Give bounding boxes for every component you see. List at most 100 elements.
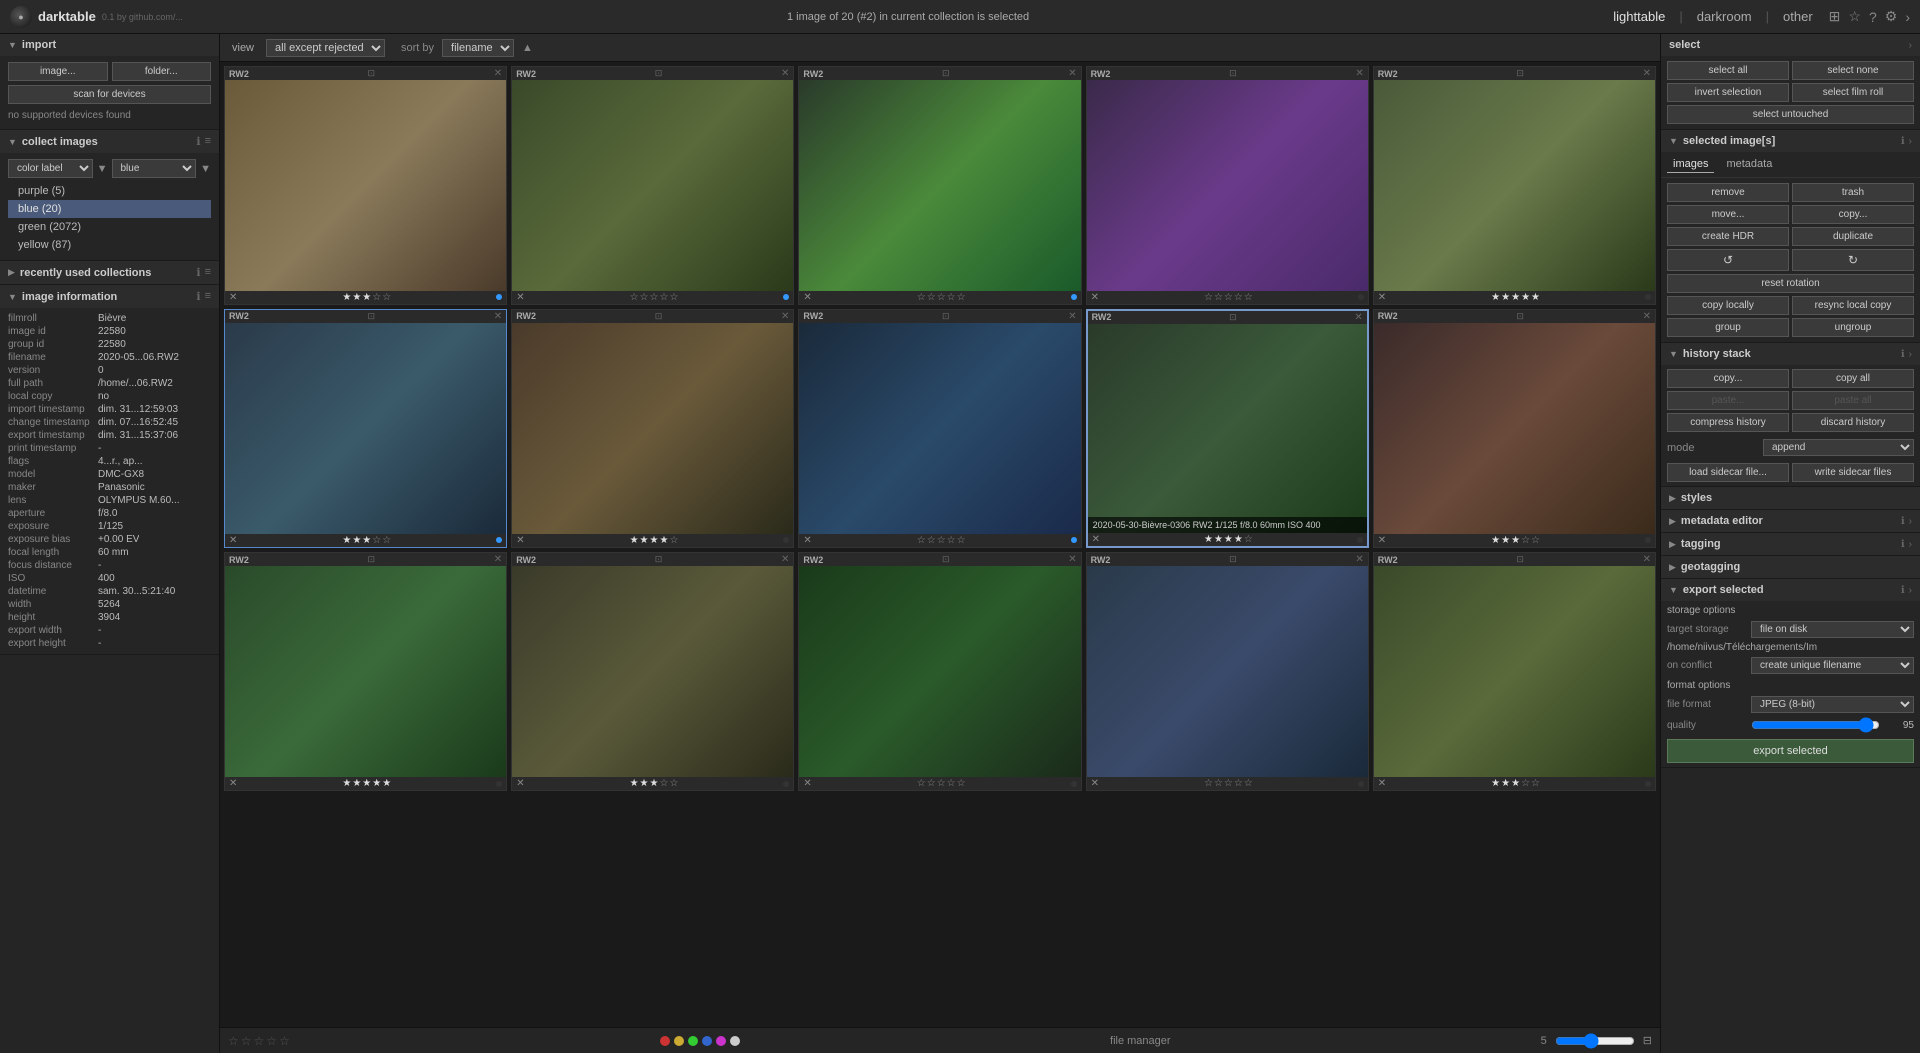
star-4-3[interactable]: ☆: [1234, 292, 1243, 303]
star-10-2[interactable]: ★: [1511, 535, 1520, 546]
color-item-purple[interactable]: purple (5): [8, 182, 211, 200]
star-9-3[interactable]: ★: [1234, 534, 1243, 545]
photo-close-icon-10[interactable]: ✕: [1643, 311, 1651, 322]
photo-close-icon-1[interactable]: ✕: [494, 68, 502, 79]
recently-used-menu-icon[interactable]: ≡: [205, 266, 211, 279]
tagging-header[interactable]: ▶ tagging ℹ ›: [1661, 533, 1920, 555]
star-12-3[interactable]: ☆: [659, 778, 668, 789]
grid-icon[interactable]: ⊞: [1829, 8, 1841, 25]
star-1-4[interactable]: ☆: [382, 292, 391, 303]
photo-reject-icon-3[interactable]: ✕: [803, 292, 811, 303]
star-1-2[interactable]: ★: [362, 292, 371, 303]
star-10-3[interactable]: ☆: [1521, 535, 1530, 546]
star-3-2[interactable]: ☆: [937, 292, 946, 303]
star-11-2[interactable]: ★: [362, 778, 371, 789]
green-filter-dot[interactable]: [688, 1036, 698, 1046]
trash-button[interactable]: trash: [1792, 183, 1914, 202]
star-7-1[interactable]: ★: [640, 535, 649, 546]
photo-close-icon-15[interactable]: ✕: [1643, 554, 1651, 565]
star-icon[interactable]: ☆: [1848, 8, 1861, 25]
copy-button[interactable]: copy...: [1792, 205, 1914, 224]
tab-images[interactable]: images: [1667, 156, 1714, 173]
star-1-1[interactable]: ★: [352, 292, 361, 303]
star-7-4[interactable]: ☆: [669, 535, 678, 546]
star-15-0[interactable]: ★: [1491, 778, 1500, 789]
photo-close-icon-9[interactable]: ✕: [1354, 312, 1362, 323]
duplicate-button[interactable]: duplicate: [1792, 227, 1914, 246]
photo-close-icon-13[interactable]: ✕: [1068, 554, 1076, 565]
photo-cell-10[interactable]: RW2⊡✕✕★★★☆☆: [1373, 309, 1656, 548]
geotagging-header[interactable]: ▶ geotagging: [1661, 556, 1920, 578]
rotate-left-icon[interactable]: ↺: [1667, 249, 1789, 271]
star-8-1[interactable]: ☆: [927, 535, 936, 546]
color-label-select[interactable]: color label: [8, 159, 93, 178]
target-storage-select[interactable]: file on disk: [1751, 621, 1914, 638]
on-conflict-select[interactable]: create unique filename: [1751, 657, 1914, 674]
quality-slider[interactable]: [1751, 717, 1880, 733]
copy-history-button[interactable]: copy...: [1667, 369, 1789, 388]
photo-cell-7[interactable]: RW2⊡✕✕★★★★☆: [511, 309, 794, 548]
chevron-right-icon[interactable]: ›: [1905, 9, 1910, 25]
tab-darkroom[interactable]: darkroom: [1697, 9, 1752, 24]
copy-all-button[interactable]: copy all: [1792, 369, 1914, 388]
write-sidecar-button[interactable]: write sidecar files: [1792, 463, 1914, 482]
create-hdr-button[interactable]: create HDR: [1667, 227, 1789, 246]
photo-close-icon-14[interactable]: ✕: [1355, 554, 1363, 565]
color-item-yellow[interactable]: yellow (87): [8, 236, 211, 254]
star-15-1[interactable]: ★: [1501, 778, 1510, 789]
photo-close-icon-6[interactable]: ✕: [494, 311, 502, 322]
rating-star-3[interactable]: ☆: [254, 1034, 265, 1048]
star-4-2[interactable]: ☆: [1224, 292, 1233, 303]
star-3-3[interactable]: ☆: [947, 292, 956, 303]
photo-reject-icon-9[interactable]: ✕: [1092, 534, 1100, 545]
folder-import-button[interactable]: folder...: [112, 62, 212, 81]
rating-star-5[interactable]: ☆: [279, 1034, 290, 1048]
photo-cell-1[interactable]: RW2⊡✕✕★★★☆☆: [224, 66, 507, 305]
tab-metadata[interactable]: metadata: [1720, 156, 1778, 173]
select-untouched-button[interactable]: select untouched: [1667, 105, 1914, 124]
export-selected-button[interactable]: export selected: [1667, 739, 1914, 763]
star-2-2[interactable]: ☆: [650, 292, 659, 303]
star-15-3[interactable]: ☆: [1521, 778, 1530, 789]
star-5-3[interactable]: ★: [1521, 292, 1530, 303]
color-value-select[interactable]: blue: [112, 159, 197, 178]
star-12-0[interactable]: ★: [630, 778, 639, 789]
photo-reject-icon-15[interactable]: ✕: [1378, 778, 1386, 789]
star-10-4[interactable]: ☆: [1531, 535, 1540, 546]
photo-reject-icon-7[interactable]: ✕: [516, 535, 524, 546]
settings-icon[interactable]: ⚙: [1885, 8, 1898, 25]
star-9-2[interactable]: ★: [1224, 534, 1233, 545]
history-stack-header[interactable]: ▼ history stack ℹ ›: [1661, 343, 1920, 365]
star-13-2[interactable]: ☆: [937, 778, 946, 789]
color-item-blue[interactable]: blue (20): [8, 200, 211, 218]
star-6-1[interactable]: ★: [352, 535, 361, 546]
photo-cell-4[interactable]: RW2⊡✕✕☆☆☆☆☆: [1086, 66, 1369, 305]
blue-filter-dot[interactable]: [702, 1036, 712, 1046]
export-info-icon[interactable]: ℹ: [1901, 585, 1905, 596]
toolbar-view-btn[interactable]: view: [228, 40, 258, 56]
star-12-2[interactable]: ★: [650, 778, 659, 789]
photo-close-icon-5[interactable]: ✕: [1643, 68, 1651, 79]
photo-cell-5[interactable]: RW2⊡✕✕★★★★★: [1373, 66, 1656, 305]
star-9-4[interactable]: ☆: [1244, 534, 1253, 545]
star-11-0[interactable]: ★: [342, 778, 351, 789]
bottom-nav-icon[interactable]: ⊟: [1643, 1034, 1652, 1047]
star-5-1[interactable]: ★: [1501, 292, 1510, 303]
star-5-0[interactable]: ★: [1491, 292, 1500, 303]
star-13-0[interactable]: ☆: [917, 778, 926, 789]
star-8-0[interactable]: ☆: [917, 535, 926, 546]
photo-reject-icon-14[interactable]: ✕: [1091, 778, 1099, 789]
photo-reject-icon-10[interactable]: ✕: [1378, 535, 1386, 546]
select-film-roll-button[interactable]: select film roll: [1792, 83, 1914, 102]
tab-other[interactable]: other: [1783, 9, 1813, 24]
star-5-2[interactable]: ★: [1511, 292, 1520, 303]
rotate-right-icon[interactable]: ↻: [1792, 249, 1914, 271]
sort-arrow-icon[interactable]: ▲: [522, 42, 533, 54]
star-13-1[interactable]: ☆: [927, 778, 936, 789]
compress-history-button[interactable]: compress history: [1667, 413, 1789, 432]
collect-menu-icon[interactable]: ≡: [205, 135, 211, 148]
star-8-2[interactable]: ☆: [937, 535, 946, 546]
filter-select[interactable]: all except rejected: [266, 39, 385, 57]
red-filter-dot[interactable]: [660, 1036, 670, 1046]
photo-cell-15[interactable]: RW2⊡✕✕★★★☆☆: [1373, 552, 1656, 791]
